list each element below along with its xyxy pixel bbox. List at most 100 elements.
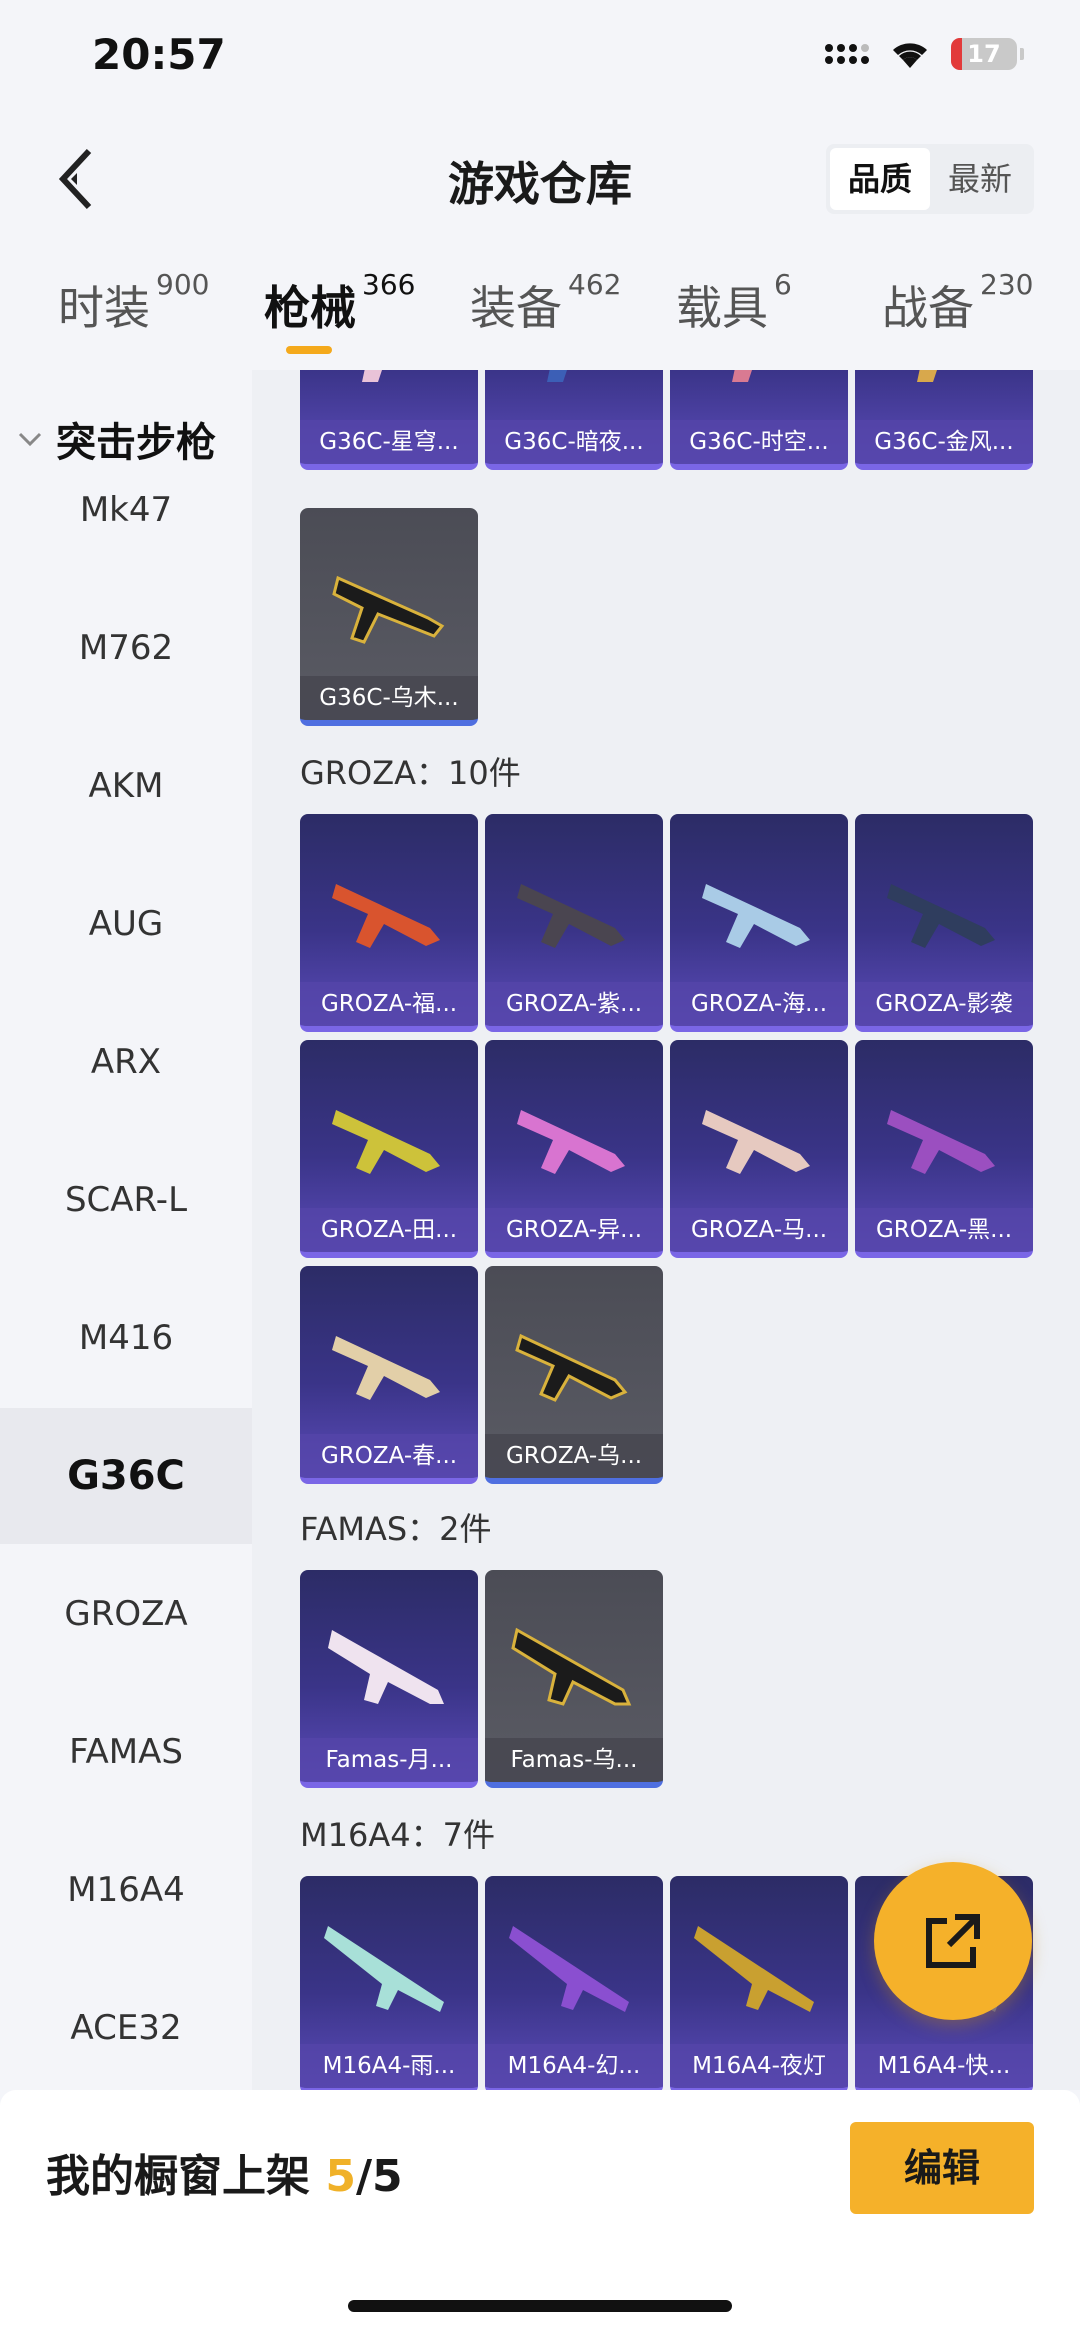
weapon-card-label: G36C-暗夜... — [485, 420, 663, 464]
sidebar-item-m416[interactable]: M416 — [0, 1270, 252, 1406]
tab-count: 366 — [362, 268, 416, 301]
weapon-card[interactable]: GROZA-春... — [300, 1266, 478, 1484]
weapon-card[interactable]: GROZA-田... — [300, 1040, 478, 1258]
weapon-card[interactable]: G36C-金风... — [855, 370, 1033, 470]
weapon-card-label: GROZA-马... — [670, 1208, 848, 1252]
sidebar-item-g36c[interactable]: G36C — [0, 1408, 252, 1544]
rifle-icon — [702, 884, 810, 948]
weapon-card-label: GROZA-乌... — [485, 1434, 663, 1478]
edit-button[interactable]: 编辑 — [850, 2122, 1034, 2214]
weapon-card-label: G36C-金风... — [855, 420, 1033, 464]
section-title-m16a4: M16A4：7件 — [300, 1816, 495, 1854]
sidebar-item-groza[interactable]: GROZA — [0, 1546, 252, 1682]
rifle-icon — [887, 1110, 995, 1174]
weapon-card[interactable]: GROZA-海... — [670, 814, 848, 1032]
warehouse-page: 20:57 17 游戏仓库 品质 最新 时装 900 枪械 366 装备 462… — [0, 0, 1080, 2339]
weapon-card[interactable]: G36C-乌木... — [300, 508, 478, 726]
tab-count: 6 — [774, 268, 792, 301]
weapon-card-label: GROZA-紫... — [485, 982, 663, 1026]
tab-equipment[interactable]: 装备 462 — [470, 268, 621, 338]
rifle-icon — [887, 884, 995, 948]
weapon-card-label: GROZA-海... — [670, 982, 848, 1026]
weapon-card-label: GROZA-黑... — [855, 1208, 1033, 1252]
tab-label: 载具 — [676, 281, 768, 335]
status-icons: 17 — [825, 38, 1024, 70]
sidebar-item-akm[interactable]: AKM — [0, 718, 252, 854]
weapon-card-label: GROZA-福... — [300, 982, 478, 1026]
status-time: 20:57 — [92, 30, 226, 79]
sidebar-item-m762[interactable]: M762 — [0, 580, 252, 716]
weapon-card-label: G36C-时空... — [670, 420, 848, 464]
tab-count: 900 — [156, 268, 210, 301]
battery-percent: 17 — [967, 40, 1001, 68]
rifle-icon — [511, 1627, 632, 1706]
section-title-famas: FAMAS：2件 — [300, 1510, 492, 1548]
weapon-card[interactable]: G36C-星穹... — [300, 370, 478, 470]
weapon-card[interactable]: GROZA-福... — [300, 814, 478, 1032]
sidebar-item-m16a4[interactable]: M16A4 — [0, 1822, 252, 1958]
cellular-signal-icon — [825, 44, 869, 64]
weapon-card-label: GROZA-田... — [300, 1208, 478, 1252]
weapon-card-label: GROZA-影袭 — [855, 982, 1033, 1026]
weapon-card[interactable]: GROZA-紫... — [485, 814, 663, 1032]
showcase-label-text: 我的橱窗上架 — [46, 2151, 310, 2202]
showcase-total: /5 — [355, 2151, 403, 2202]
weapon-card[interactable]: GROZA-乌... — [485, 1266, 663, 1484]
weapon-sidebar: 突击步枪 Mk47 M762 AKM AUG ARX SCAR-L M416 G… — [0, 370, 252, 2090]
weapon-card[interactable]: G36C-时空... — [670, 370, 848, 470]
sidebar-item-mk47[interactable]: Mk47 — [0, 442, 252, 578]
tab-label: 枪械 — [264, 281, 356, 335]
rifle-icon — [509, 1926, 629, 2012]
sidebar-item-aug[interactable]: AUG — [0, 856, 252, 992]
tab-supplies[interactable]: 战备 230 — [882, 268, 1033, 338]
weapon-card[interactable]: G36C-暗夜... — [485, 370, 663, 470]
rifle-icon — [328, 1630, 444, 1704]
sidebar-item-famas[interactable]: FAMAS — [0, 1684, 252, 1820]
tab-fashion[interactable]: 时装 900 — [58, 268, 209, 338]
rifle-icon — [332, 884, 440, 948]
rifle-icon — [917, 370, 937, 382]
tab-label: 战备 — [882, 281, 974, 335]
rifle-icon — [332, 1110, 440, 1174]
weapon-card[interactable]: M16A4-夜灯 — [670, 1876, 848, 2090]
weapon-card-label: M16A4-幻... — [485, 2044, 663, 2088]
sidebar-item-ace32[interactable]: ACE32 — [0, 1960, 252, 2090]
tab-count: 462 — [568, 268, 622, 301]
tab-firearms[interactable]: 枪械 366 — [264, 268, 415, 338]
weapon-card[interactable]: M16A4-雨... — [300, 1876, 478, 2090]
share-icon — [926, 1914, 980, 1968]
tab-count: 230 — [980, 268, 1034, 301]
sort-toggle: 品质 最新 — [826, 144, 1034, 214]
weapon-card[interactable]: GROZA-黑... — [855, 1040, 1033, 1258]
rifle-icon — [332, 1336, 440, 1400]
sidebar-item-arx[interactable]: ARX — [0, 994, 252, 1130]
weapon-card[interactable]: GROZA-马... — [670, 1040, 848, 1258]
weapon-card[interactable]: Famas-乌... — [485, 1570, 663, 1788]
status-bar: 20:57 17 — [0, 0, 1080, 120]
tab-label: 时装 — [58, 281, 150, 335]
tab-label: 装备 — [470, 281, 562, 335]
home-indicator — [348, 2300, 732, 2312]
rifle-icon — [694, 1926, 814, 2012]
tab-vehicles[interactable]: 载具 6 — [676, 268, 792, 338]
rifle-icon — [702, 1110, 810, 1174]
weapon-card[interactable]: GROZA-异... — [485, 1040, 663, 1258]
weapon-card[interactable]: Famas-月... — [300, 1570, 478, 1788]
weapon-card-label: Famas-乌... — [485, 1738, 663, 1782]
weapon-content: G36C-星穹... G36C-暗夜... G36C-时空... G36C-金风… — [252, 370, 1080, 2090]
rifle-icon — [732, 370, 752, 382]
sidebar-item-scar-l[interactable]: SCAR-L — [0, 1132, 252, 1268]
rifle-icon — [332, 575, 445, 644]
sort-newest-option[interactable]: 最新 — [930, 148, 1030, 210]
weapon-card[interactable]: M16A4-幻... — [485, 1876, 663, 2090]
battery-icon: 17 — [951, 38, 1017, 70]
rifle-icon — [517, 884, 625, 948]
share-button[interactable] — [874, 1862, 1032, 2020]
weapon-card-label: Famas-月... — [300, 1738, 478, 1782]
showcase-label: 我的橱窗上架 5/5 — [46, 2140, 403, 2204]
category-tabs: 时装 900 枪械 366 装备 462 载具 6 战备 230 — [0, 262, 1080, 370]
rifle-icon — [515, 1333, 628, 1402]
weapon-card[interactable]: GROZA-影袭 — [855, 814, 1033, 1032]
section-title-groza: GROZA：10件 — [300, 754, 521, 792]
sort-quality-option[interactable]: 品质 — [830, 148, 930, 210]
